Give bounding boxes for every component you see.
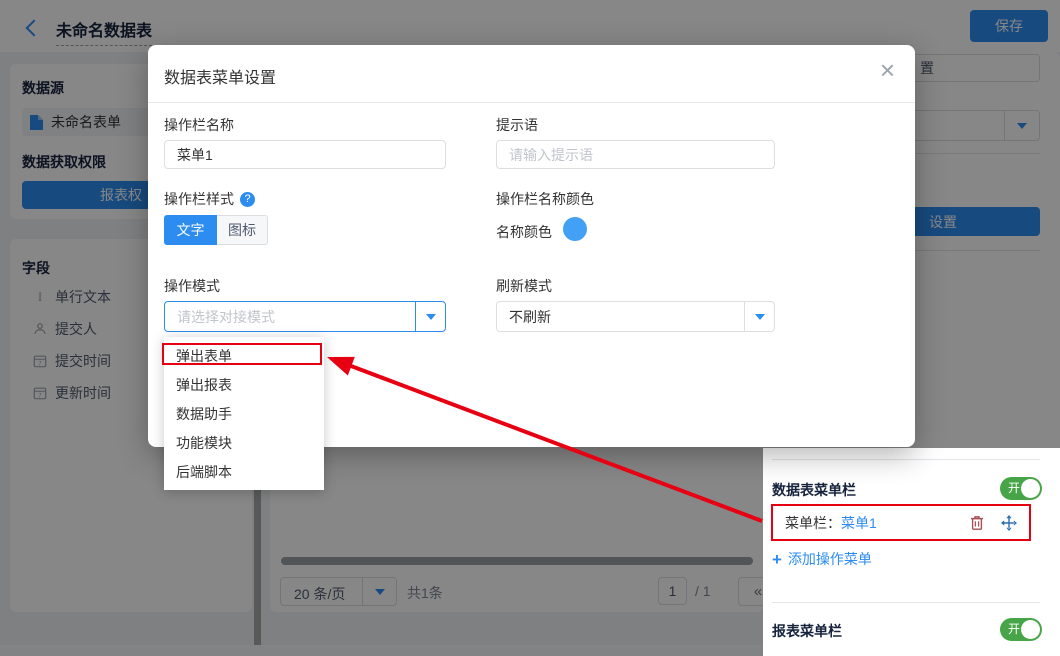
tip-label: 提示语 xyxy=(496,115,538,135)
menu-bar-row[interactable]: 菜单栏： 菜单1 xyxy=(771,504,1031,541)
mode-select[interactable]: 请选择对接模式 xyxy=(164,301,446,332)
name-color-label: 名称颜色 xyxy=(496,222,552,242)
action-name-label: 操作栏名称 xyxy=(164,115,234,135)
action-name-input[interactable]: 菜单1 xyxy=(164,140,446,169)
toggle-knob xyxy=(1021,479,1040,498)
chevron-down-icon xyxy=(755,314,765,320)
mode-label: 操作模式 xyxy=(164,276,220,296)
trash-icon[interactable] xyxy=(969,515,985,531)
refresh-label: 刷新模式 xyxy=(496,276,552,296)
annotation-box xyxy=(162,343,322,365)
chevron-down-icon xyxy=(426,314,436,320)
menu-bar-panel: 数据表菜单栏 开 菜单栏： 菜单1 + 添加操作菜单 报表菜单栏 xyxy=(763,448,1060,656)
menu-row-name[interactable]: 菜单1 xyxy=(841,513,877,533)
add-menu-link[interactable]: + 添加操作菜单 xyxy=(772,549,872,569)
dropdown-option[interactable]: 后端脚本 xyxy=(164,457,324,486)
table-menu-toggle[interactable]: 开 xyxy=(1000,477,1042,500)
toggle-knob xyxy=(1021,620,1040,639)
menu-row-prefix: 菜单栏： xyxy=(785,513,841,533)
add-menu-label: 添加操作菜单 xyxy=(788,549,872,569)
move-icon[interactable] xyxy=(1001,515,1017,531)
style-tab-text[interactable]: 文字 xyxy=(164,215,217,245)
table-menu-bar-label: 数据表菜单栏 xyxy=(772,480,856,500)
style-tab-icon[interactable]: 图标 xyxy=(217,215,268,245)
name-color-section-label: 操作栏名称颜色 xyxy=(496,189,594,209)
dialog-title: 数据表菜单设置 xyxy=(164,64,276,88)
style-label: 操作栏样式 ? xyxy=(164,189,255,209)
tip-input[interactable]: 请输入提示语 xyxy=(496,140,775,169)
dropdown-option[interactable]: 弹出报表 xyxy=(164,370,324,399)
plus-icon: + xyxy=(772,551,782,568)
color-swatch[interactable] xyxy=(563,217,587,241)
dropdown-option[interactable]: 数据助手 xyxy=(164,399,324,428)
report-menu-toggle[interactable]: 开 xyxy=(1000,618,1042,641)
menu-settings-dialog: 数据表菜单设置 × 操作栏名称 提示语 菜单1 请输入提示语 操作栏样式 ? 操… xyxy=(148,45,915,447)
dropdown-option[interactable]: 功能模块 xyxy=(164,428,324,457)
close-icon[interactable]: × xyxy=(880,57,895,83)
report-menu-bar-label: 报表菜单栏 xyxy=(772,621,842,641)
refresh-select[interactable]: 不刷新 xyxy=(496,301,775,332)
help-icon[interactable]: ? xyxy=(240,192,255,207)
